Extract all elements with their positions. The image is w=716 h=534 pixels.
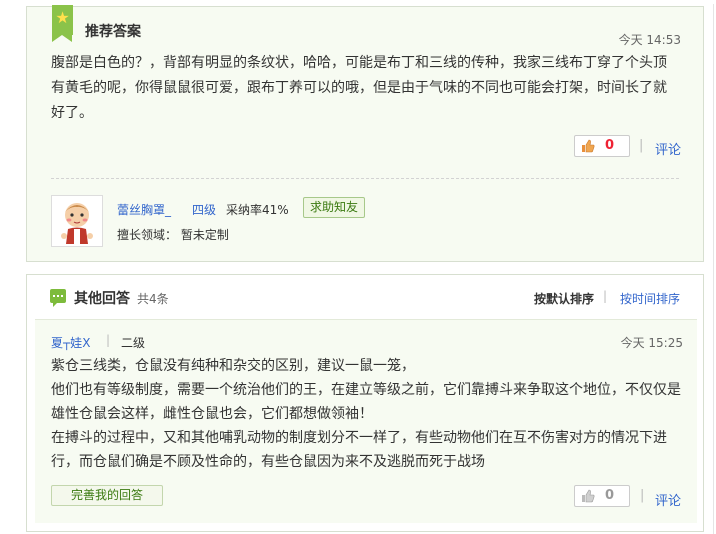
answer-count: 共4条 [137, 292, 169, 306]
like-button[interactable]: 0 [574, 485, 630, 507]
page-right-border [713, 4, 714, 534]
improve-answer-button[interactable]: 完善我的回答 [51, 485, 163, 506]
sort-separator: | [603, 289, 608, 303]
user-expertise: 擅长领域： 暂未定制 [117, 228, 229, 242]
user-level[interactable]: 四级 [192, 201, 216, 218]
answer-user-link[interactable]: 夏┬娃X [51, 334, 90, 351]
answer-paragraph: 在搏斗的过程中，又和其他哺乳动物的制度划分不一样了，有些动物他们在互不伤害对方的… [51, 430, 667, 470]
sort-by-time-link[interactable]: 按时间排序 [620, 290, 680, 307]
recommended-ribbon-badge: ★ [52, 5, 73, 42]
chat-bubble-icon [50, 289, 66, 307]
action-separator: | [640, 488, 645, 503]
like-count: 0 [605, 138, 615, 153]
adopt-rate: 采纳率41% [226, 203, 289, 217]
thumbs-up-icon [582, 139, 595, 153]
comment-link[interactable]: 评论 [655, 139, 681, 158]
star-icon: ★ [55, 8, 70, 27]
recommended-answer-text: 腹部是白色的？，背部有明显的条纹状，哈哈，可能是布丁和三线的传种，我家三线布丁穿… [51, 55, 667, 121]
action-separator: | [639, 138, 644, 153]
comment-link[interactable]: 评论 [655, 490, 681, 509]
answer-item: 夏┬娃X | 二级 今天 15:25 紫仓三线类，仓鼠没有纯种和杂交的区别，建议… [35, 319, 697, 523]
other-answers-panel: 其他回答 共4条 按默认排序 | 按时间排序 夏┬娃X | 二级 今天 15:2… [26, 274, 704, 532]
sort-default-button[interactable]: 按默认排序 [534, 290, 594, 307]
answer-timestamp: 今天 15:25 [620, 336, 683, 350]
dashed-divider [51, 178, 679, 179]
answer-text: 紫仓三线类，仓鼠没有纯种和杂交的区别，建议一鼠一笼， 他们也有等级制度，需要一个… [51, 354, 687, 474]
like-count: 0 [605, 488, 615, 503]
answer-paragraph: 他们也有等级制度，需要一个统治他们的王，在建立等级之前，它们靠搏斗来争取这个地位… [51, 382, 681, 422]
answer-user-level: 二级 [121, 336, 146, 350]
other-answers-title: 其他回答 [74, 291, 130, 307]
user-name-link[interactable]: 蕾丝胸罩_ [117, 201, 171, 218]
recommended-title: 推荐答案 [85, 24, 141, 40]
recommended-answer-panel: ★ 推荐答案 今天 14:53 腹部是白色的？，背部有明显的条纹状，哈哈，可能是… [26, 5, 704, 262]
user-separator: | [106, 333, 111, 347]
ask-help-button[interactable]: 求助知友 [303, 197, 366, 218]
recommended-timestamp: 今天 14:53 [618, 33, 681, 47]
thumbs-up-icon [582, 489, 595, 503]
cartoon-avatar-icon [61, 203, 93, 244]
avatar[interactable] [51, 195, 103, 247]
answer-paragraph: 紫仓三线类，仓鼠没有纯种和杂交的区别，建议一鼠一笼， [51, 358, 415, 374]
other-answers-header: 其他回答 共4条 按默认排序 | 按时间排序 [27, 275, 703, 319]
like-button[interactable]: 0 [574, 135, 630, 157]
